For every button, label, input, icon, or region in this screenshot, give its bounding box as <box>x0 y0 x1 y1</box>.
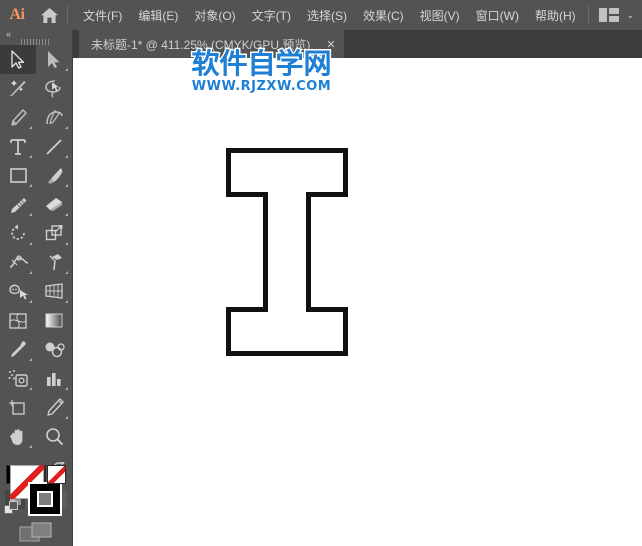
width-tool[interactable] <box>0 248 36 277</box>
pen-tool[interactable] <box>0 103 36 132</box>
stroke-swatch-inner <box>37 491 53 508</box>
tool-flyout-indicator[interactable] <box>29 271 32 274</box>
chevron-down-icon[interactable]: ⌄ <box>626 10 634 21</box>
gradient-tool[interactable] <box>36 306 72 335</box>
perspective-grid-tool[interactable] <box>36 277 72 306</box>
menu-divider-2 <box>588 6 590 24</box>
hand-tool[interactable] <box>0 422 36 451</box>
direct-selection-tool[interactable] <box>36 45 72 74</box>
selection-tool[interactable] <box>0 45 36 74</box>
default-fill-stroke-icon[interactable] <box>4 501 19 521</box>
menu-bar: Ai 文件(F) 编辑(E) 对象(O) 文字(T) 选择(S) 效果(C) 视… <box>0 0 642 30</box>
tool-flyout-indicator[interactable] <box>29 184 32 187</box>
rotate-tool[interactable] <box>0 219 36 248</box>
artboard-canvas[interactable] <box>73 58 642 546</box>
line-segment-tool[interactable] <box>36 132 72 161</box>
document-tab-bar: 未标题-1* @ 411.25% (CMYK/GPU 预览) ✕ <box>73 30 642 58</box>
tool-flyout-indicator[interactable] <box>65 416 68 419</box>
lasso-tool[interactable] <box>36 74 72 103</box>
tool-flyout-indicator[interactable] <box>65 184 68 187</box>
tool-flyout-indicator[interactable] <box>29 300 32 303</box>
illustrator-window: Ai 文件(F) 编辑(E) 对象(O) 文字(T) 选择(S) 效果(C) 视… <box>0 0 642 546</box>
collapse-panel-button[interactable]: « <box>0 30 72 39</box>
menu-edit[interactable]: 编辑(E) <box>130 4 186 27</box>
collapse-chevrons-icon: « <box>6 29 11 39</box>
home-icon[interactable] <box>34 0 64 30</box>
tool-flyout-indicator[interactable] <box>65 387 68 390</box>
none-mode-button[interactable] <box>47 465 66 484</box>
paintbrush-tool[interactable] <box>36 161 72 190</box>
rectangle-tool[interactable] <box>0 161 36 190</box>
serif-i-path[interactable] <box>226 148 348 361</box>
menu-view[interactable]: 视图(V) <box>412 4 468 27</box>
free-transform-tool[interactable] <box>36 248 72 277</box>
tool-flyout-indicator[interactable] <box>65 68 68 71</box>
tool-flyout-indicator[interactable] <box>65 213 68 216</box>
menu-file[interactable]: 文件(F) <box>75 4 130 27</box>
magic-wand-tool[interactable] <box>0 74 36 103</box>
tool-flyout-indicator[interactable] <box>29 213 32 216</box>
mesh-tool[interactable] <box>0 306 36 335</box>
close-icon[interactable]: ✕ <box>326 38 335 51</box>
menu-effect[interactable]: 效果(C) <box>355 4 412 27</box>
menu-help[interactable]: 帮助(H) <box>527 4 584 27</box>
menu-type[interactable]: 文字(T) <box>244 4 299 27</box>
slice-tool[interactable] <box>36 393 72 422</box>
workspace-layout-icon[interactable] <box>599 8 620 22</box>
menu-object[interactable]: 对象(O) <box>186 4 243 27</box>
tool-flyout-indicator[interactable] <box>29 155 32 158</box>
tools-panel: « <box>0 30 73 546</box>
screen-mode-button[interactable] <box>0 521 72 546</box>
document-tab-title: 未标题-1* @ 411.25% (CMYK/GPU 预览) <box>91 37 311 52</box>
artboard-tool[interactable] <box>0 393 36 422</box>
stroke-swatch[interactable] <box>28 482 62 517</box>
menu-window[interactable]: 窗口(W) <box>468 4 527 27</box>
tool-flyout-indicator[interactable] <box>29 387 32 390</box>
eraser-tool[interactable] <box>36 190 72 219</box>
column-graph-tool[interactable] <box>36 364 72 393</box>
tool-flyout-indicator[interactable] <box>29 358 32 361</box>
curvature-tool[interactable] <box>36 103 72 132</box>
tool-grid <box>0 45 72 451</box>
zoom-tool[interactable] <box>36 422 72 451</box>
tool-flyout-indicator[interactable] <box>65 155 68 158</box>
shape-builder-tool[interactable] <box>0 277 36 306</box>
pencil-tool[interactable] <box>0 190 36 219</box>
tool-flyout-indicator[interactable] <box>65 300 68 303</box>
tool-flyout-indicator[interactable] <box>29 242 32 245</box>
scale-tool[interactable] <box>36 219 72 248</box>
tool-flyout-indicator[interactable] <box>65 242 68 245</box>
menu-divider <box>67 6 68 24</box>
tool-flyout-indicator[interactable] <box>65 126 68 129</box>
eyedropper-tool[interactable] <box>0 335 36 364</box>
tool-flyout-indicator[interactable] <box>29 445 32 448</box>
app-logo: Ai <box>9 6 26 23</box>
tool-flyout-indicator[interactable] <box>29 126 32 129</box>
screen-mode-icon <box>19 522 52 542</box>
document-tab[interactable]: 未标题-1* @ 411.25% (CMYK/GPU 预览) ✕ <box>79 30 344 58</box>
type-tool[interactable] <box>0 132 36 161</box>
fill-stroke-control <box>0 460 72 517</box>
menu-select[interactable]: 选择(S) <box>299 4 355 27</box>
blend-tool[interactable] <box>36 335 72 364</box>
workspace-switcher[interactable]: ⌄ <box>588 6 642 24</box>
symbol-sprayer-tool[interactable] <box>0 364 36 393</box>
tool-flyout-indicator[interactable] <box>65 271 68 274</box>
